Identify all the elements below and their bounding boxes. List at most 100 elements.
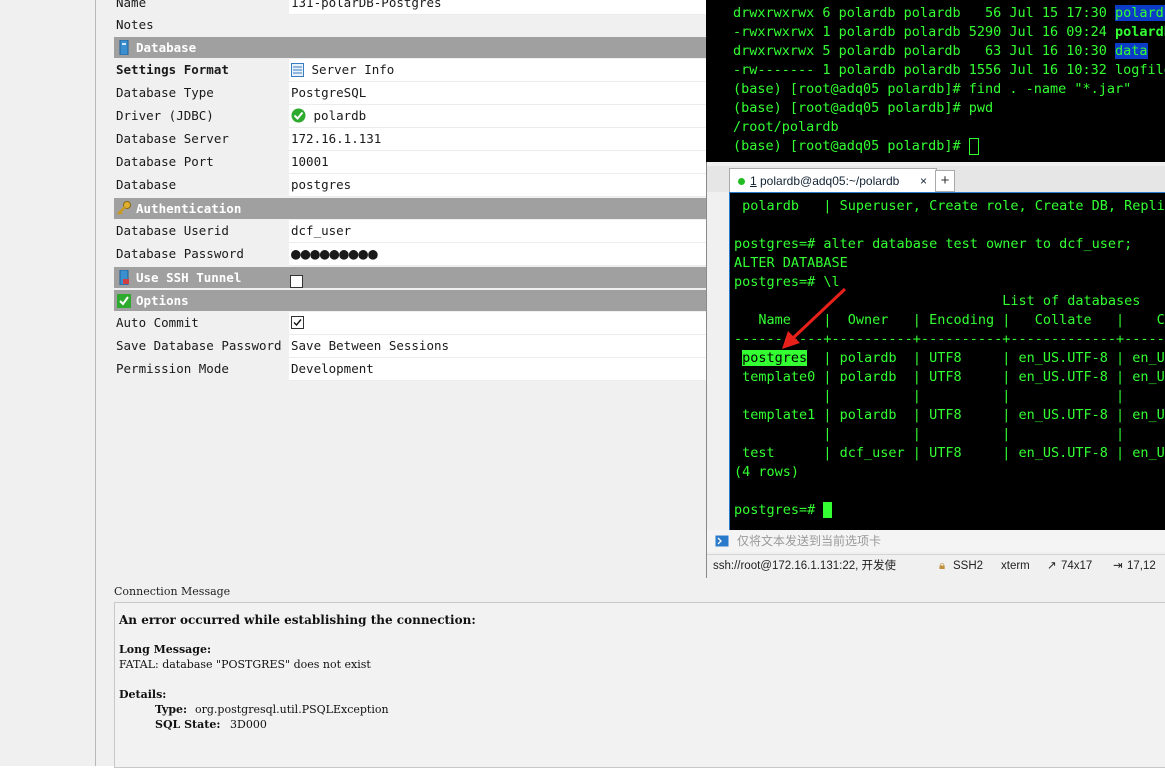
type-label: Type: <box>155 703 188 716</box>
check-circle-icon <box>291 108 306 123</box>
driver-value: polardb <box>313 108 367 123</box>
send-text-placeholder: 仅将文本发送到当前选项卡 <box>737 534 882 548</box>
terminal-line: -rw------- 1 polardb polardb 1556 Jul 16… <box>733 62 1165 78</box>
lock-icon: 🔒︎ <box>939 560 946 572</box>
database-section-header[interactable]: Database <box>114 37 734 58</box>
driver-row: Driver (JDBC) polardb <box>114 105 734 128</box>
terminal-line: postgres=# <box>734 501 833 520</box>
connection-message-title: Connection Message <box>114 585 231 598</box>
tab-number: 1 <box>750 174 757 188</box>
options-section-title: Options <box>136 293 189 308</box>
server-info-icon <box>291 62 304 77</box>
terminal-cursor-outline <box>968 137 979 155</box>
notes-field[interactable] <box>289 14 734 15</box>
checkmark-icon <box>117 294 131 308</box>
driver-label: Driver (JDBC) <box>116 108 214 123</box>
terminal-line: (4 rows) <box>734 464 800 480</box>
permission-mode-row: Permission Mode Development <box>114 358 734 381</box>
terminal-line: (base) [root@adq05 polardb]# find . -nam… <box>733 81 1132 97</box>
password-field[interactable]: ●●●●●●●●● <box>289 243 734 266</box>
terminal-top-pane[interactable]: drwxrwxrwx 6 polardb polardb 56 Jul 15 1… <box>706 0 1165 162</box>
new-tab-button[interactable]: + <box>935 170 955 192</box>
auto-commit-label: Auto Commit <box>116 315 199 330</box>
connection-message-box: An error occurred while establishing the… <box>114 602 1165 768</box>
database-type-label: Database Type <box>116 85 214 100</box>
terminal-tab[interactable]: 1 polardb@adq05:~/polardb × <box>729 168 937 193</box>
long-message-label: Long Message: <box>119 643 212 656</box>
notes-row: Notes <box>114 14 734 36</box>
permission-mode-field[interactable]: Development <box>289 358 734 381</box>
terminal-line: -rwxrwxrwx 1 polardb polardb 5290 Jul 16… <box>733 24 1165 40</box>
database-server-field[interactable]: 172.16.1.131 <box>289 128 734 151</box>
terminal-line: (base) [root@adq05 polardb]# <box>733 137 979 156</box>
connection-string: ssh://root@172.16.1.131:22, 开发使 <box>713 560 896 572</box>
ssh-tunnel-icon <box>119 270 129 285</box>
database-type-row: Database Type PostgreSQL <box>114 82 734 105</box>
send-text-bar[interactable]: 仅将文本发送到当前选项卡 <box>707 530 1165 552</box>
settings-format-value: Server Info <box>311 62 395 77</box>
name-field[interactable]: 131-polarDB-Postgres <box>289 0 734 15</box>
terminal-line: (base) [root@adq05 polardb]# pwd <box>733 100 994 116</box>
ssh-tunnel-checkbox[interactable] <box>290 271 303 292</box>
terminal-line: drwxrwxrwx 6 polardb polardb 56 Jul 15 1… <box>733 4 1165 23</box>
sql-state-label: SQL State: <box>155 718 221 731</box>
save-password-row: Save Database Password Save Between Sess… <box>114 335 734 358</box>
userid-field[interactable]: dcf_user <box>289 220 734 243</box>
save-password-label: Save Database Password <box>116 338 282 353</box>
notes-label: Notes <box>116 17 154 32</box>
database-name-row: Database postgres <box>114 174 734 197</box>
auto-commit-field <box>289 312 734 335</box>
settings-format-field[interactable]: Server Info <box>289 59 734 82</box>
error-heading: An error occurred while establishing the… <box>119 613 476 627</box>
cursor-icon: ⇥ <box>1113 560 1123 572</box>
terminal-line: | | | | <box>734 426 1125 442</box>
database-port-row: Database Port 10001 <box>114 151 734 174</box>
terminal-tab-bar: 1 polardb@adq05:~/polardb × + <box>707 166 1165 193</box>
terminal-type-label: xterm <box>1001 560 1030 572</box>
connected-status-icon <box>738 178 745 185</box>
terminal-line: template1 | polardb | UTF8 | en_US.UTF-8… <box>734 407 1165 423</box>
terminal-cursor <box>823 502 833 518</box>
terminal-size-label: 74x17 <box>1061 560 1093 572</box>
driver-field[interactable]: polardb <box>289 105 734 128</box>
options-section-header[interactable]: Options <box>114 290 734 311</box>
name-label: Name <box>116 0 147 10</box>
authentication-section-title: Authentication <box>136 201 242 216</box>
database-label: Database <box>116 177 177 192</box>
password-row: Database Password ●●●●●●●●● <box>114 243 734 266</box>
save-password-field[interactable]: Save Between Sessions <box>289 335 734 358</box>
database-port-label: Database Port <box>116 154 214 169</box>
resize-icon: ↗ <box>1047 560 1057 572</box>
tab-close-icon[interactable]: × <box>920 169 927 193</box>
authentication-section-header[interactable]: Authentication <box>114 198 734 219</box>
terminal-window: 1 polardb@adq05:~/polardb × + polardb | … <box>706 162 1165 578</box>
protocol-label: SSH2 <box>953 560 984 572</box>
long-message-value: FATAL: database "POSTGRES" does not exis… <box>119 658 371 671</box>
red-arrow-annotation <box>782 287 847 349</box>
ssh-tunnel-section-header: Use SSH Tunnel <box>114 267 734 288</box>
sql-state-value: 3D000 <box>230 718 267 731</box>
auto-commit-checkbox[interactable] <box>291 316 304 329</box>
database-server-label: Database Server <box>116 131 229 146</box>
permission-mode-label: Permission Mode <box>116 361 229 376</box>
cursor-position-label: 17,12 <box>1127 560 1156 572</box>
left-sidebar <box>0 0 96 766</box>
database-port-field[interactable]: 10001 <box>289 151 734 174</box>
settings-format-row: Settings Format Server Info <box>114 59 734 82</box>
type-value: org.postgresql.util.PSQLException <box>195 703 389 716</box>
password-label: Database Password <box>116 246 244 261</box>
terminal-line: /root/polardb <box>733 119 839 135</box>
database-type-field[interactable]: PostgreSQL <box>289 82 734 105</box>
ssh-tunnel-title: Use SSH Tunnel <box>136 270 242 285</box>
terminal-main-pane[interactable]: polardb | Superuser, Create role, Create… <box>729 192 1165 531</box>
database-icon <box>119 40 129 55</box>
checked-icon <box>293 319 302 327</box>
database-server-row: Database Server 172.16.1.131 <box>114 128 734 151</box>
auto-commit-row: Auto Commit <box>114 312 734 335</box>
database-field[interactable]: postgres <box>289 174 734 197</box>
name-row: Name 131-polarDB-Postgres <box>114 0 734 15</box>
send-prompt-icon <box>715 535 729 547</box>
database-section-title: Database <box>136 40 197 55</box>
userid-row: Database Userid dcf_user <box>114 220 734 243</box>
key-icon <box>117 201 131 215</box>
